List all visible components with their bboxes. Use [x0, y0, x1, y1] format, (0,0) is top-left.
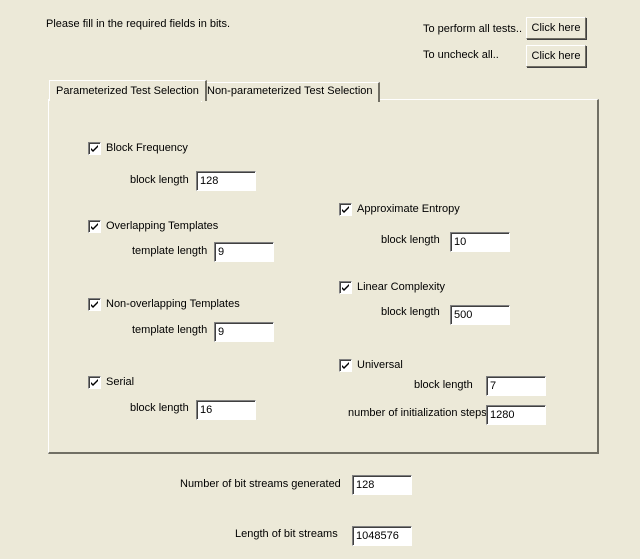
num-streams-input[interactable]	[352, 475, 412, 495]
universal-checkbox[interactable]	[339, 359, 352, 372]
stream-length-label: Length of bit streams	[235, 528, 338, 540]
non-overlapping-templates-checkbox[interactable]	[88, 298, 101, 311]
checkmark-icon	[91, 301, 98, 308]
block-frequency-block-length-input[interactable]	[196, 171, 256, 191]
universal-label: Universal	[357, 359, 403, 371]
universal-block-length-input[interactable]	[486, 376, 546, 396]
approximate-entropy-label: Approximate Entropy	[357, 203, 460, 215]
universal-param-label: block length	[414, 379, 473, 391]
instruction-text: Please fill in the required fields in bi…	[46, 18, 231, 30]
checkmark-icon	[91, 379, 98, 386]
linear-complexity-block-length-input[interactable]	[450, 305, 510, 325]
block-frequency-checkbox[interactable]	[88, 142, 101, 155]
checkmark-icon	[91, 223, 98, 230]
uncheck-all-button[interactable]: Click here	[526, 45, 586, 67]
linear-complexity-label: Linear Complexity	[357, 281, 446, 293]
approximate-entropy-param-label: block length	[381, 234, 440, 246]
overlapping-templates-param-label: template length	[132, 245, 208, 257]
linear-complexity-param-label: block length	[381, 306, 440, 318]
serial-block-length-input[interactable]	[196, 400, 256, 420]
tab-non-parameterized[interactable]: Non-parameterized Test Selection	[201, 82, 380, 102]
checkmark-icon	[342, 284, 349, 291]
approximate-entropy-block-length-input[interactable]	[450, 232, 510, 252]
block-frequency-param-label: block length	[130, 174, 189, 186]
non-overlapping-templates-param-label: template length	[132, 324, 208, 336]
checkmark-icon	[91, 145, 98, 152]
universal-init-steps-input[interactable]	[486, 405, 546, 425]
perform-all-label: To perform all tests..	[423, 23, 523, 35]
serial-param-label: block length	[130, 402, 189, 414]
checkmark-icon	[342, 206, 349, 213]
overlapping-templates-label: Overlapping Templates	[106, 220, 219, 232]
approximate-entropy-checkbox[interactable]	[339, 203, 352, 216]
linear-complexity-checkbox[interactable]	[339, 281, 352, 294]
uncheck-all-label: To uncheck all..	[423, 49, 499, 61]
overlapping-templates-checkbox[interactable]	[88, 220, 101, 233]
block-frequency-label: Block Frequency	[106, 142, 188, 154]
checkmark-icon	[342, 362, 349, 369]
overlapping-templates-length-input[interactable]	[214, 242, 274, 262]
non-overlapping-templates-label: Non-overlapping Templates	[106, 298, 240, 310]
stream-length-input[interactable]	[352, 526, 412, 546]
serial-label: Serial	[106, 376, 135, 388]
universal-init-steps-label: number of initialization steps	[348, 407, 487, 419]
num-streams-label: Number of bit streams generated	[180, 478, 341, 490]
perform-all-button[interactable]: Click here	[526, 17, 586, 39]
serial-checkbox[interactable]	[88, 376, 101, 389]
tab-parameterized[interactable]: Parameterized Test Selection	[49, 80, 207, 101]
non-overlapping-templates-length-input[interactable]	[214, 322, 274, 342]
